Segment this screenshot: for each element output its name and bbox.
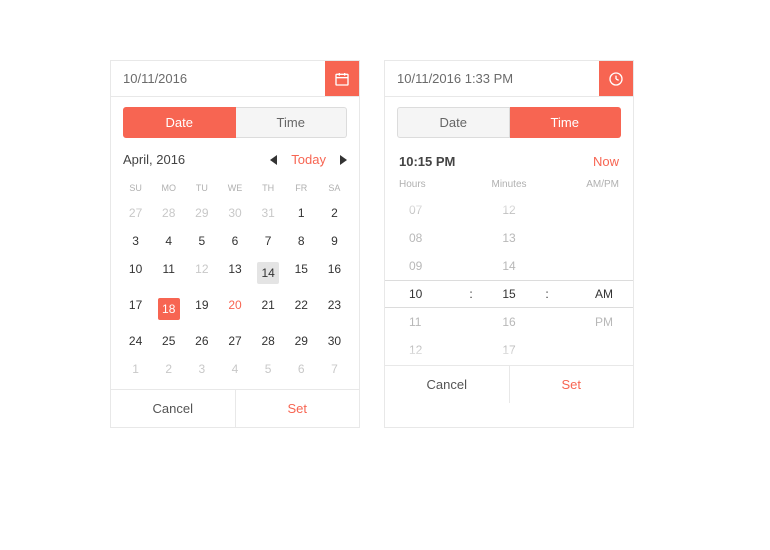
day-cell[interactable]: 18 — [152, 291, 185, 327]
day-cell[interactable]: 17 — [119, 291, 152, 327]
prev-month-icon[interactable] — [270, 155, 277, 165]
month-nav: April, 2016 Today — [111, 146, 359, 175]
day-cell[interactable]: 28 — [152, 199, 185, 227]
month-label: April, 2016 — [123, 152, 185, 167]
day-cell[interactable]: 22 — [285, 291, 318, 327]
day-cell[interactable]: 9 — [318, 227, 351, 255]
day-cell[interactable]: 5 — [185, 227, 218, 255]
day-cell[interactable]: 5 — [252, 355, 285, 383]
clock-icon — [608, 71, 624, 87]
date-picker: 10/11/2016 Date Time April, 2016 Today S… — [110, 60, 360, 428]
day-cell[interactable]: 4 — [218, 355, 251, 383]
spinner-row[interactable]: 1116PM — [385, 308, 633, 336]
day-cell[interactable]: 25 — [152, 327, 185, 355]
tab-date[interactable]: Date — [397, 107, 510, 138]
day-cell[interactable]: 23 — [318, 291, 351, 327]
datetime-input[interactable]: 10/11/2016 1:33 PM — [385, 61, 599, 96]
day-cell[interactable]: 27 — [218, 327, 251, 355]
day-cell[interactable]: 2 — [318, 199, 351, 227]
day-cell[interactable]: 7 — [318, 355, 351, 383]
day-cell[interactable]: 11 — [152, 255, 185, 291]
day-cell[interactable]: 1 — [285, 199, 318, 227]
picker-header: 10/11/2016 1:33 PM — [385, 61, 633, 97]
tabs: Date Time — [111, 97, 359, 146]
day-cell[interactable]: 29 — [185, 199, 218, 227]
day-cell[interactable]: 10 — [119, 255, 152, 291]
footer: Cancel Set — [111, 389, 359, 427]
day-grid: 2728293031123456789101112131415161718192… — [111, 199, 359, 389]
day-cell[interactable]: 3 — [185, 355, 218, 383]
day-cell[interactable]: 26 — [185, 327, 218, 355]
cancel-button[interactable]: Cancel — [111, 390, 236, 427]
weekday: SA — [318, 179, 351, 197]
day-cell[interactable]: 16 — [318, 255, 351, 291]
day-cell[interactable]: 20 — [218, 291, 251, 327]
spinner-row[interactable]: 1217 — [385, 336, 633, 364]
weekday: TU — [185, 179, 218, 197]
clock-button[interactable] — [599, 61, 633, 96]
day-cell[interactable]: 29 — [285, 327, 318, 355]
day-cell[interactable]: 21 — [252, 291, 285, 327]
day-cell[interactable]: 7 — [252, 227, 285, 255]
tab-time[interactable]: Time — [510, 107, 622, 138]
time-nav: 10:15 PM Now — [385, 146, 633, 175]
day-cell[interactable]: 3 — [119, 227, 152, 255]
weekday-header: SUMOTUWETHFRSA — [111, 175, 359, 199]
today-button[interactable]: Today — [285, 152, 332, 167]
set-button[interactable]: Set — [510, 366, 634, 403]
time-spinner[interactable]: 07120813091410:15:AM1116PM1217 — [385, 196, 633, 364]
spinner-row[interactable]: 10:15:AM — [385, 280, 633, 308]
calendar-icon — [334, 71, 350, 87]
weekday: TH — [252, 179, 285, 197]
day-cell[interactable]: 28 — [252, 327, 285, 355]
time-value: 10:15 PM — [399, 154, 455, 169]
weekday: SU — [119, 179, 152, 197]
cancel-button[interactable]: Cancel — [385, 366, 510, 403]
day-cell[interactable]: 30 — [318, 327, 351, 355]
weekday: WE — [218, 179, 251, 197]
day-cell[interactable]: 27 — [119, 199, 152, 227]
day-cell[interactable]: 31 — [252, 199, 285, 227]
weekday: FR — [285, 179, 318, 197]
tabs: Date Time — [385, 97, 633, 146]
date-input[interactable]: 10/11/2016 — [111, 61, 325, 96]
minutes-label: Minutes — [472, 179, 545, 190]
ampm-label: AM/PM — [546, 179, 619, 190]
spinner-row[interactable]: 0914 — [385, 252, 633, 280]
spinner-row[interactable]: 0813 — [385, 224, 633, 252]
day-cell[interactable]: 15 — [285, 255, 318, 291]
footer: Cancel Set — [385, 365, 633, 403]
tab-time[interactable]: Time — [236, 107, 348, 138]
day-cell[interactable]: 8 — [285, 227, 318, 255]
calendar-button[interactable] — [325, 61, 359, 96]
spinner-row[interactable]: 0712 — [385, 196, 633, 224]
day-cell[interactable]: 6 — [285, 355, 318, 383]
day-cell[interactable]: 30 — [218, 199, 251, 227]
day-cell[interactable]: 4 — [152, 227, 185, 255]
day-cell[interactable]: 24 — [119, 327, 152, 355]
day-cell[interactable]: 19 — [185, 291, 218, 327]
day-cell[interactable]: 12 — [185, 255, 218, 291]
picker-header: 10/11/2016 — [111, 61, 359, 97]
datetime-picker: 10/11/2016 1:33 PM Date Time 10:15 PM No… — [384, 60, 634, 428]
now-button[interactable]: Now — [593, 154, 619, 169]
day-cell[interactable]: 13 — [218, 255, 251, 291]
spinner-header: Hours Minutes AM/PM — [385, 175, 633, 196]
day-cell[interactable]: 2 — [152, 355, 185, 383]
day-cell[interactable]: 6 — [218, 227, 251, 255]
hours-label: Hours — [399, 179, 472, 190]
tab-date[interactable]: Date — [123, 107, 236, 138]
day-cell[interactable]: 1 — [119, 355, 152, 383]
set-button[interactable]: Set — [236, 390, 360, 427]
next-month-icon[interactable] — [340, 155, 347, 165]
day-cell[interactable]: 14 — [252, 255, 285, 291]
weekday: MO — [152, 179, 185, 197]
